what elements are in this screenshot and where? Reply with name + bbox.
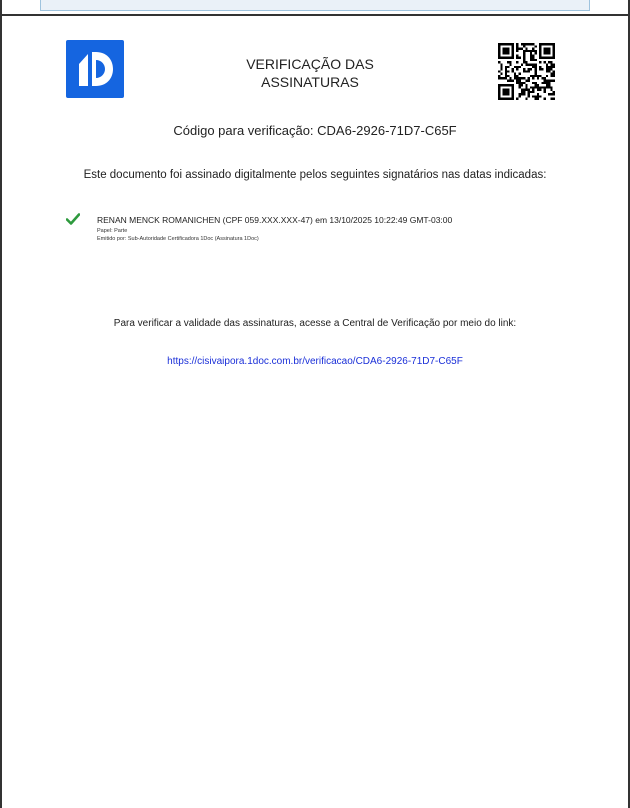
verification-link[interactable]: https://cisivaipora.1doc.com.br/verifica… bbox=[0, 356, 630, 367]
signatory-name: RENAN MENCK ROMANICHEN (CPF 059.XXX.XXX-… bbox=[97, 215, 453, 225]
signatory-issuer: Emitido por: Sub-Autoridade Certificador… bbox=[97, 236, 259, 242]
qr-code-icon bbox=[498, 43, 555, 100]
signatory-role: Papel: Parte bbox=[97, 228, 128, 234]
intro-text: Este documento foi assinado digitalmente… bbox=[83, 169, 547, 181]
verify-instruction: Para verificar a validade das assinatura… bbox=[113, 318, 517, 329]
1doc-logo-icon bbox=[66, 40, 124, 98]
top-border bbox=[0, 0, 630, 16]
page-frame bbox=[0, 0, 630, 808]
top-strip bbox=[40, 0, 590, 11]
checkmark-icon bbox=[66, 213, 80, 225]
page-title: VERIFICAÇÃO DAS ASSINATURAS bbox=[246, 56, 374, 90]
verification-code: Código para verificação: CDA6-2926-71D7-… bbox=[173, 123, 457, 138]
